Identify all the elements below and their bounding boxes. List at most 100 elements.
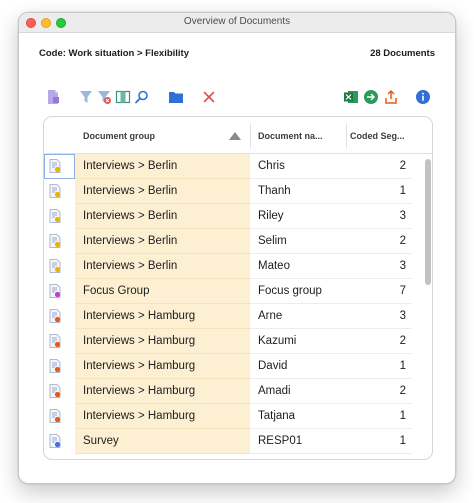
table-row[interactable]: Interviews > Berlin Thanh 1 bbox=[44, 179, 432, 204]
document-group-label: Survey bbox=[83, 435, 119, 447]
coded-segments-cell: 2 bbox=[346, 154, 412, 179]
document-name-cell: Kazumi bbox=[250, 329, 346, 354]
table-row[interactable]: Survey RESP01 1 bbox=[44, 429, 432, 454]
document-name-label: Tatjana bbox=[258, 410, 296, 422]
document-group-label: Interviews > Berlin bbox=[83, 185, 178, 197]
documents-table: Document group Document na... Coded Seg.… bbox=[43, 116, 433, 460]
title-bar[interactable]: Overview of Documents bbox=[19, 13, 455, 33]
table-row[interactable]: Interviews > Hamburg Kazumi 2 bbox=[44, 329, 432, 354]
document-group-cell: Interviews > Berlin bbox=[75, 204, 250, 229]
document-name-cell: David bbox=[250, 354, 346, 379]
columns-icon[interactable] bbox=[115, 89, 131, 105]
document-group-cell: Interviews > Berlin bbox=[75, 254, 250, 279]
table-row[interactable]: Interviews > Hamburg David 1 bbox=[44, 354, 432, 379]
interview-hamburg-doc-icon bbox=[44, 304, 75, 329]
document-name-label: RESP01 bbox=[258, 435, 303, 447]
document-name-label: Amadi bbox=[258, 385, 291, 397]
interview-hamburg-doc-icon bbox=[44, 404, 75, 429]
survey-doc-icon bbox=[44, 429, 75, 454]
document-name-cell: Chris bbox=[250, 154, 346, 179]
column-header-document-group[interactable]: Document group bbox=[83, 131, 155, 141]
document-count: 28 Documents bbox=[370, 48, 435, 59]
table-row[interactable]: Focus Group Focus group 7 bbox=[44, 279, 432, 304]
share-export-icon[interactable] bbox=[383, 89, 399, 105]
document-name-label: Chris bbox=[258, 160, 285, 172]
document-group-cell: Interviews > Hamburg bbox=[75, 304, 250, 329]
interview-berlin-doc-icon bbox=[44, 154, 75, 179]
coded-segments-cell: 1 bbox=[346, 354, 412, 379]
overview-window: Overview of Documents Code: Work situati… bbox=[18, 12, 456, 484]
search-icon[interactable] bbox=[134, 89, 150, 105]
document-group-label: Focus Group bbox=[83, 285, 150, 297]
filter-reset-icon[interactable] bbox=[96, 89, 112, 105]
table-row[interactable]: Interviews > Hamburg Arne 3 bbox=[44, 304, 432, 329]
coded-segments-count: 7 bbox=[399, 285, 406, 297]
code-label: Code: Work situation > Flexibility bbox=[39, 48, 189, 59]
coded-segments-cell: 3 bbox=[346, 254, 412, 279]
document-group-cell: Interviews > Hamburg bbox=[75, 404, 250, 429]
document-name-cell: Riley bbox=[250, 204, 346, 229]
document-name-cell: Amadi bbox=[250, 379, 346, 404]
table-row[interactable]: Interviews > Berlin Selim 2 bbox=[44, 229, 432, 254]
coded-segments-cell: 2 bbox=[346, 379, 412, 404]
coded-segments-count: 1 bbox=[399, 410, 406, 422]
coded-segments-cell: 1 bbox=[346, 429, 412, 454]
web-export-icon[interactable] bbox=[363, 89, 379, 105]
sort-ascending-icon[interactable] bbox=[229, 132, 241, 140]
filter-icon[interactable] bbox=[78, 89, 94, 105]
coded-segments-cell: 2 bbox=[346, 229, 412, 254]
document-group-label: Interviews > Berlin bbox=[83, 260, 178, 272]
document-name-label: Arne bbox=[258, 310, 283, 322]
document-name-cell: Selim bbox=[250, 229, 346, 254]
document-group-label: Interviews > Berlin bbox=[83, 235, 178, 247]
document-name-cell: Arne bbox=[250, 304, 346, 329]
interview-berlin-doc-icon bbox=[44, 229, 75, 254]
coded-segments-cell: 7 bbox=[346, 279, 412, 304]
info-icon[interactable] bbox=[415, 89, 431, 105]
document-group-label: Interviews > Hamburg bbox=[83, 360, 196, 372]
document-group-label: Interviews > Hamburg bbox=[83, 335, 196, 347]
document-group-label: Interviews > Hamburg bbox=[83, 385, 196, 397]
coded-segments-count: 1 bbox=[399, 185, 406, 197]
coded-segments-count: 3 bbox=[399, 310, 406, 322]
document-group-cell: Interviews > Hamburg bbox=[75, 354, 250, 379]
document-group-cell: Interviews > Hamburg bbox=[75, 379, 250, 404]
document-name-label: Mateo bbox=[258, 260, 290, 272]
document-group-label: Interviews > Berlin bbox=[83, 160, 178, 172]
table-row[interactable]: Interviews > Berlin Riley 3 bbox=[44, 204, 432, 229]
excel-export-icon[interactable] bbox=[343, 89, 359, 105]
table-row[interactable]: Interviews > Hamburg Amadi 2 bbox=[44, 379, 432, 404]
column-divider[interactable] bbox=[346, 123, 347, 148]
coded-segments-count: 3 bbox=[399, 260, 406, 272]
document-group-cell: Focus Group bbox=[75, 279, 250, 304]
document-name-label: Focus group bbox=[258, 285, 322, 297]
vertical-scrollbar[interactable] bbox=[425, 159, 431, 285]
table-row[interactable]: Interviews > Berlin Mateo 3 bbox=[44, 254, 432, 279]
coded-segments-count: 1 bbox=[399, 360, 406, 372]
document-name-cell: Focus group bbox=[250, 279, 346, 304]
document-group-cell: Interviews > Hamburg bbox=[75, 329, 250, 354]
document-name-cell: Mateo bbox=[250, 254, 346, 279]
document-icon[interactable] bbox=[45, 89, 61, 105]
interview-berlin-doc-icon bbox=[44, 179, 75, 204]
document-group-cell: Interviews > Berlin bbox=[75, 179, 250, 204]
document-group-cell: Survey bbox=[75, 429, 250, 454]
table-row[interactable]: Interviews > Hamburg Tatjana 1 bbox=[44, 404, 432, 429]
document-name-label: Kazumi bbox=[258, 335, 297, 347]
document-name-label: Selim bbox=[258, 235, 287, 247]
coded-segments-count: 2 bbox=[399, 385, 406, 397]
interview-hamburg-doc-icon bbox=[44, 329, 75, 354]
column-header-coded-segments[interactable]: Coded Seg... bbox=[350, 131, 405, 141]
table-row[interactable]: Interviews > Berlin Chris 2 bbox=[44, 154, 432, 179]
coded-segments-cell: 1 bbox=[346, 179, 412, 204]
coded-segments-count: 2 bbox=[399, 335, 406, 347]
column-header-document-name[interactable]: Document na... bbox=[258, 131, 323, 141]
document-name-label: Thanh bbox=[258, 185, 291, 197]
folder-icon[interactable] bbox=[168, 89, 184, 105]
coded-segments-count: 3 bbox=[399, 210, 406, 222]
coded-segments-cell: 2 bbox=[346, 329, 412, 354]
coded-segments-count: 2 bbox=[399, 160, 406, 172]
column-divider[interactable] bbox=[250, 123, 251, 148]
document-name-cell: Tatjana bbox=[250, 404, 346, 429]
delete-icon[interactable] bbox=[201, 89, 217, 105]
